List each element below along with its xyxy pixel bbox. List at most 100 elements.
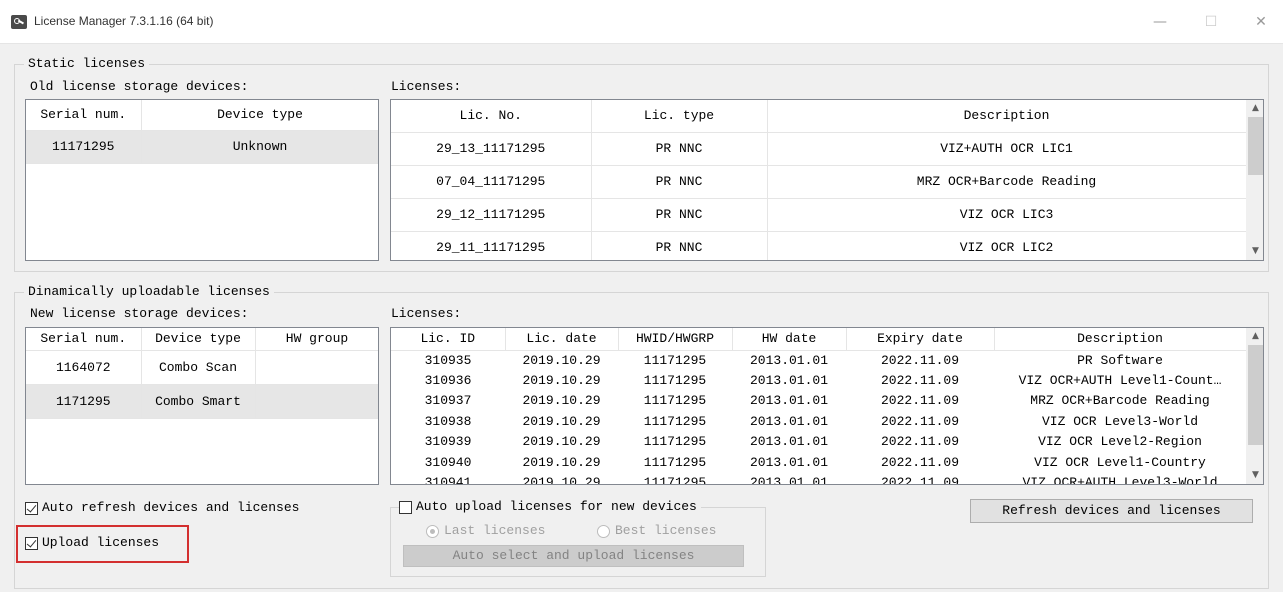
table-cell: 2022.11.09 bbox=[880, 372, 959, 388]
table-cell: 310939 bbox=[424, 434, 472, 450]
title-bar: License Manager 7.3.1.16 (64 bit) — ☐ ✕ bbox=[0, 0, 1283, 44]
upload-licenses-highlight-box bbox=[16, 525, 189, 563]
dynamic-licenses-label: Licenses: bbox=[391, 306, 462, 321]
auto-upload-label: Auto upload licenses for new devices bbox=[416, 499, 697, 514]
table-row[interactable]: 29_12_11171295 PR NNC VIZ OCR LIC3 bbox=[391, 198, 1247, 232]
table-cell: Combo Scan bbox=[141, 350, 256, 385]
table-cell: MRZ OCR+Barcode Reading bbox=[767, 165, 1247, 199]
table-cell: 1171295 bbox=[26, 384, 142, 419]
static-licenses-label: Licenses: bbox=[391, 79, 462, 94]
table-cell: 11171295 bbox=[643, 393, 707, 409]
table-cell: 2019.10.29 bbox=[522, 393, 601, 409]
table-cell: 2022.11.09 bbox=[880, 413, 959, 429]
table-cell: 11171295 bbox=[643, 454, 707, 470]
dynamic-licenses-header-row: Lic. ID Lic. date HWID/HWGRP HW date Expiry … bbox=[391, 328, 1247, 351]
table-cell: VIZ OCR LIC2 bbox=[767, 231, 1247, 260]
table-cell: 2019.10.29 bbox=[522, 372, 601, 388]
radio-selected-icon[interactable] bbox=[426, 524, 439, 538]
table-cell: 2013.01.01 bbox=[749, 352, 828, 368]
static-licenses-legend: Static licenses bbox=[24, 56, 150, 72]
table-cell: 11171295 bbox=[643, 372, 707, 388]
old-devices-table[interactable]: Serial num. Device type 11171295 Unknown bbox=[25, 99, 379, 261]
table-row[interactable]: 07_04_11171295 PR NNC MRZ OCR+Barcode Read… bbox=[391, 165, 1247, 199]
auto-refresh-label: Auto refresh devices and licenses bbox=[42, 500, 300, 515]
new-devices-header-row: Serial num. Device type HW group bbox=[26, 328, 378, 351]
table-row[interactable]: 310939 2019.10.29 11171295 2013.01.01 2022.1… bbox=[391, 432, 1246, 453]
auto-upload-checkbox[interactable]: Auto upload licenses for new devices bbox=[399, 499, 701, 515]
table-row[interactable]: 310940 2019.10.29 11171295 2013.01.01 2022.1… bbox=[391, 453, 1246, 474]
old-devices-header-row: Serial num. Device type bbox=[26, 100, 378, 131]
table-row[interactable]: 29_13_11171295 PR NNC VIZ+AUTH OCR LIC1 bbox=[391, 132, 1247, 166]
table-cell: VIZ OCR+AUTH Level1-Count… bbox=[1018, 372, 1222, 388]
table-row[interactable]: 1171295 Combo Smart bbox=[26, 384, 378, 419]
table-cell: 29_11_11171295 bbox=[391, 231, 592, 260]
scroll-up-icon[interactable]: ▲ bbox=[1247, 328, 1263, 345]
column-header: Description bbox=[767, 100, 1247, 133]
table-cell: 310941 bbox=[424, 475, 472, 485]
table-cell: PR NNC bbox=[591, 165, 768, 199]
table-cell: 11171295 bbox=[643, 413, 707, 429]
table-row[interactable]: 1164072 Combo Scan bbox=[26, 350, 378, 385]
table-row[interactable]: 310941 2019.10.29 11171295 2013.01.01 2022.1… bbox=[391, 473, 1246, 485]
column-header: Lic. ID bbox=[391, 328, 506, 351]
table-cell: 2019.10.29 bbox=[522, 434, 601, 450]
table-cell: Combo Smart bbox=[141, 384, 256, 419]
table-row[interactable]: 310937 2019.10.29 11171295 2013.01.01 2022.1… bbox=[391, 391, 1246, 412]
table-row[interactable]: 11171295 Unknown bbox=[26, 130, 378, 164]
checkbox-unchecked-icon[interactable] bbox=[399, 500, 412, 514]
table-cell: 310938 bbox=[424, 413, 472, 429]
table-row[interactable]: 310935 2019.10.29 11171295 2013.01.01 2022.1… bbox=[391, 350, 1246, 371]
scroll-up-icon[interactable]: ▲ bbox=[1247, 100, 1263, 117]
column-header: Serial num. bbox=[26, 328, 142, 351]
table-cell: Unknown bbox=[141, 130, 378, 164]
table-cell: PR NNC bbox=[591, 198, 768, 232]
table-cell: 07_04_11171295 bbox=[391, 165, 592, 199]
scroll-down-icon[interactable]: ▼ bbox=[1247, 467, 1263, 484]
table-cell: VIZ+AUTH OCR LIC1 bbox=[767, 132, 1247, 166]
table-cell: 2022.11.09 bbox=[880, 434, 959, 450]
table-cell: 2019.10.29 bbox=[522, 454, 601, 470]
scroll-down-icon[interactable]: ▼ bbox=[1247, 243, 1263, 260]
window-title: License Manager 7.3.1.16 (64 bit) bbox=[34, 14, 214, 28]
table-cell: PR NNC bbox=[591, 132, 768, 166]
column-header: Device type bbox=[141, 100, 378, 131]
table-row[interactable]: 310938 2019.10.29 11171295 2013.01.01 2022.1… bbox=[391, 412, 1246, 433]
table-cell: 2013.01.01 bbox=[749, 393, 828, 409]
table-cell: 11171295 bbox=[26, 130, 142, 164]
table-cell: 2022.11.09 bbox=[880, 393, 959, 409]
checkbox-checked-icon[interactable] bbox=[25, 501, 38, 515]
dynamic-licenses-legend: Dinamically uploadable licenses bbox=[24, 284, 274, 300]
table-cell: MRZ OCR+Barcode Reading bbox=[1030, 393, 1210, 409]
table-cell: 2013.01.01 bbox=[749, 372, 828, 388]
scrollbar-thumb[interactable] bbox=[1248, 345, 1263, 445]
minimize-button[interactable]: — bbox=[1150, 12, 1170, 32]
table-cell bbox=[255, 384, 378, 419]
table-cell: VIZ OCR Level1-Country bbox=[1034, 454, 1206, 470]
maximize-button[interactable]: ☐ bbox=[1201, 12, 1221, 32]
table-cell: 2022.11.09 bbox=[880, 475, 959, 485]
table-cell: 2013.01.01 bbox=[749, 413, 828, 429]
static-licenses-table[interactable]: Lic. No. Lic. type Description 29_13_11171… bbox=[390, 99, 1264, 261]
table-cell: 2022.11.09 bbox=[880, 454, 959, 470]
scrollbar-thumb[interactable] bbox=[1248, 117, 1263, 175]
column-header: Serial num. bbox=[26, 100, 142, 131]
table-row[interactable]: 29_11_11171295 PR NNC VIZ OCR LIC2 bbox=[391, 231, 1247, 260]
new-devices-table[interactable]: Serial num. Device type HW group 1164072 Co… bbox=[25, 327, 379, 485]
radio-unselected-icon[interactable] bbox=[597, 524, 610, 538]
column-header: HW date bbox=[732, 328, 847, 351]
auto-select-upload-button[interactable]: Auto select and upload licenses bbox=[403, 545, 744, 567]
radio-best-label: Best licenses bbox=[615, 523, 717, 538]
close-button[interactable]: ✕ bbox=[1251, 12, 1271, 32]
column-header: HWID/HWGRP bbox=[618, 328, 733, 351]
table-row[interactable]: 310936 2019.10.29 11171295 2013.01.01 2022.1… bbox=[391, 371, 1246, 392]
table-cell: 2013.01.01 bbox=[749, 475, 828, 485]
table-cell: 2013.01.01 bbox=[749, 454, 828, 470]
refresh-devices-button[interactable]: Refresh devices and licenses bbox=[970, 499, 1253, 523]
radio-best-licenses[interactable]: Best licenses bbox=[597, 523, 716, 539]
auto-refresh-checkbox[interactable]: Auto refresh devices and licenses bbox=[25, 500, 299, 516]
dynamic-licenses-table[interactable]: Lic. ID Lic. date HWID/HWGRP HW date Expiry … bbox=[390, 327, 1264, 485]
radio-last-licenses[interactable]: Last licenses bbox=[426, 523, 545, 539]
dynamic-licenses-scrollbar[interactable]: ▲ ▼ bbox=[1246, 328, 1263, 484]
static-licenses-scrollbar[interactable]: ▲ ▼ bbox=[1246, 100, 1263, 260]
table-cell: 310936 bbox=[424, 372, 472, 388]
